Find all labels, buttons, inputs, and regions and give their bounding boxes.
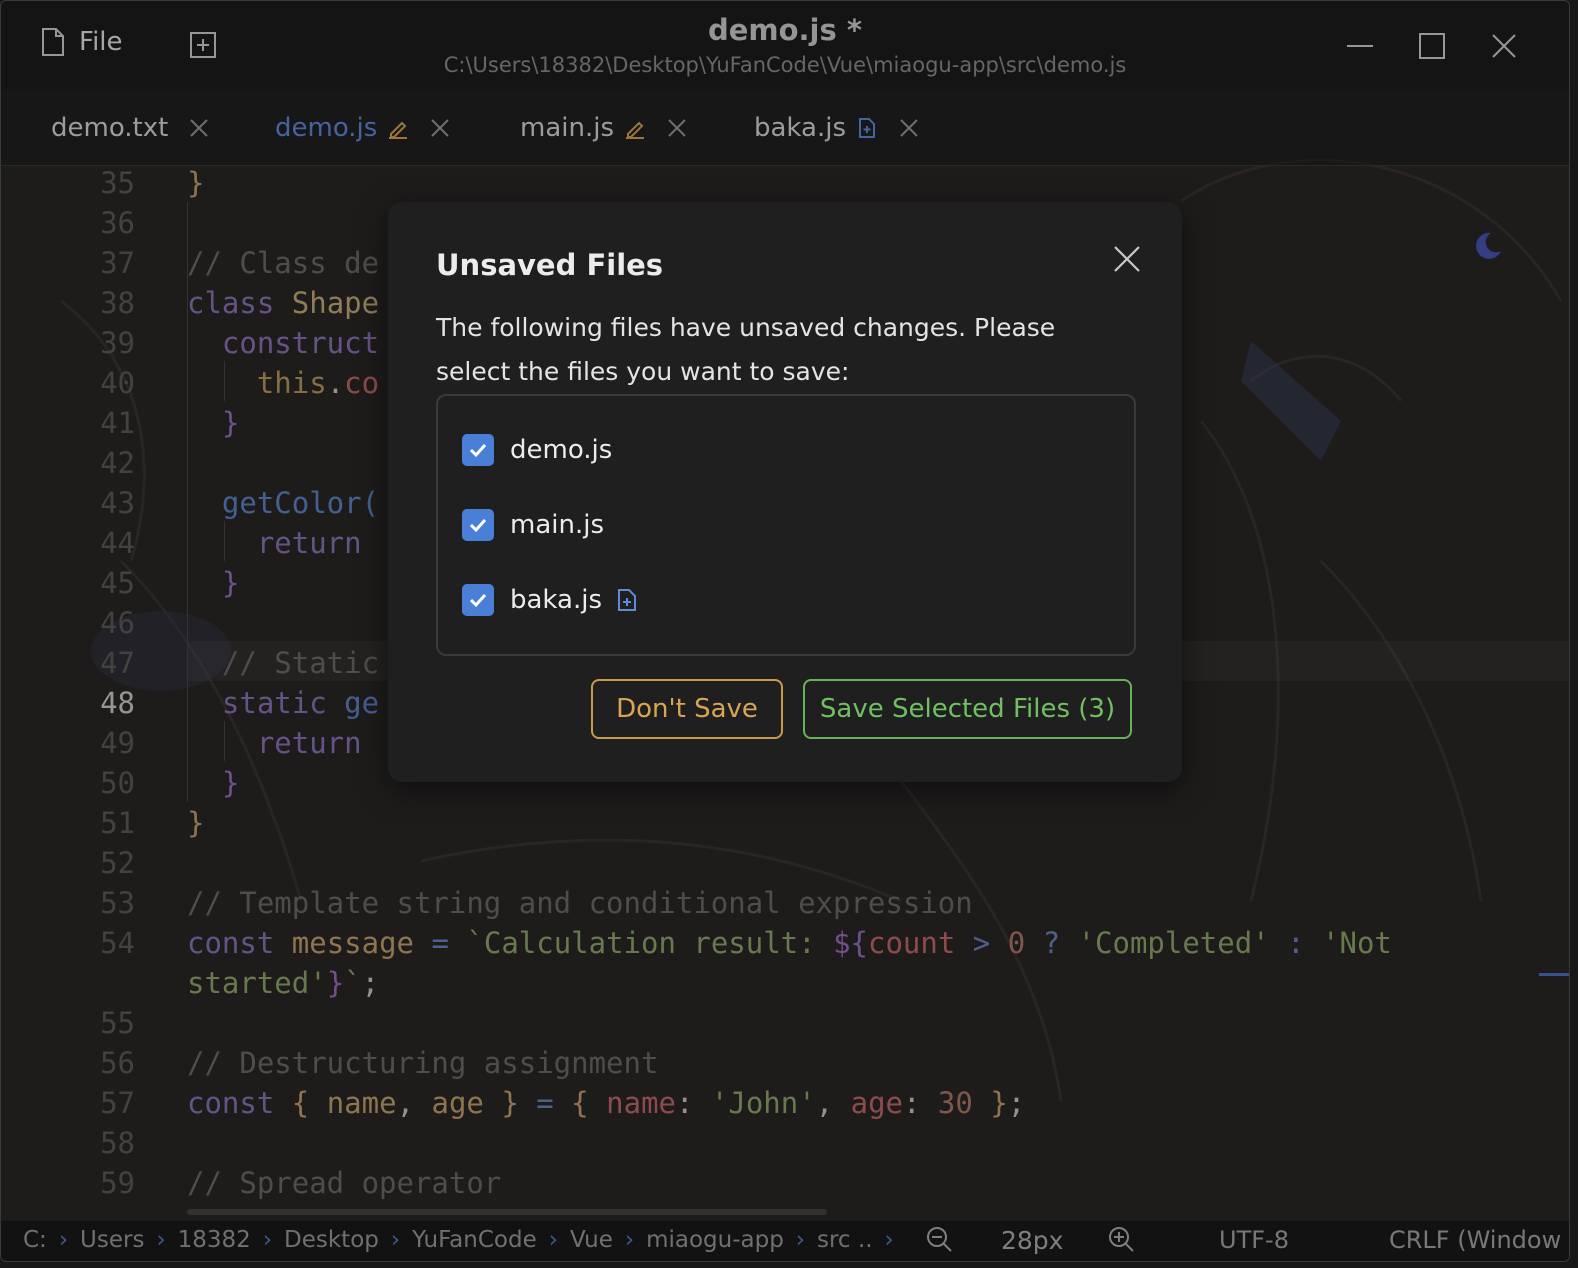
checkmark-icon bbox=[469, 443, 487, 458]
file-item-baka-js[interactable]: baka.js bbox=[462, 584, 638, 616]
dialog-close-icon[interactable] bbox=[1112, 244, 1142, 274]
file-name: main.js bbox=[510, 510, 604, 540]
checkmark-icon bbox=[469, 518, 487, 533]
checkmark-icon bbox=[469, 593, 487, 608]
file-item-demo-js[interactable]: demo.js bbox=[462, 434, 612, 466]
unsaved-file-list: demo.js main.js baka.js bbox=[436, 394, 1136, 656]
file-checkbox[interactable] bbox=[462, 434, 494, 466]
new-file-icon bbox=[618, 589, 637, 611]
file-checkbox[interactable] bbox=[462, 584, 494, 616]
file-checkbox[interactable] bbox=[462, 509, 494, 541]
file-item-main-js[interactable]: main.js bbox=[462, 509, 604, 541]
file-name: demo.js bbox=[510, 435, 613, 465]
dialog-title: Unsaved Files bbox=[436, 248, 664, 282]
file-name: baka.js bbox=[510, 585, 603, 615]
dialog-message: The following files have unsaved changes… bbox=[436, 313, 1056, 386]
save-selected-files-button[interactable]: Save Selected Files (3) bbox=[803, 679, 1132, 739]
unsaved-files-dialog: Unsaved Files The following files have u… bbox=[388, 202, 1182, 782]
dont-save-button[interactable]: Don't Save bbox=[591, 679, 783, 739]
editor-window: File demo.js * C:\Users\18382\Desktop\Yu… bbox=[0, 0, 1570, 1262]
